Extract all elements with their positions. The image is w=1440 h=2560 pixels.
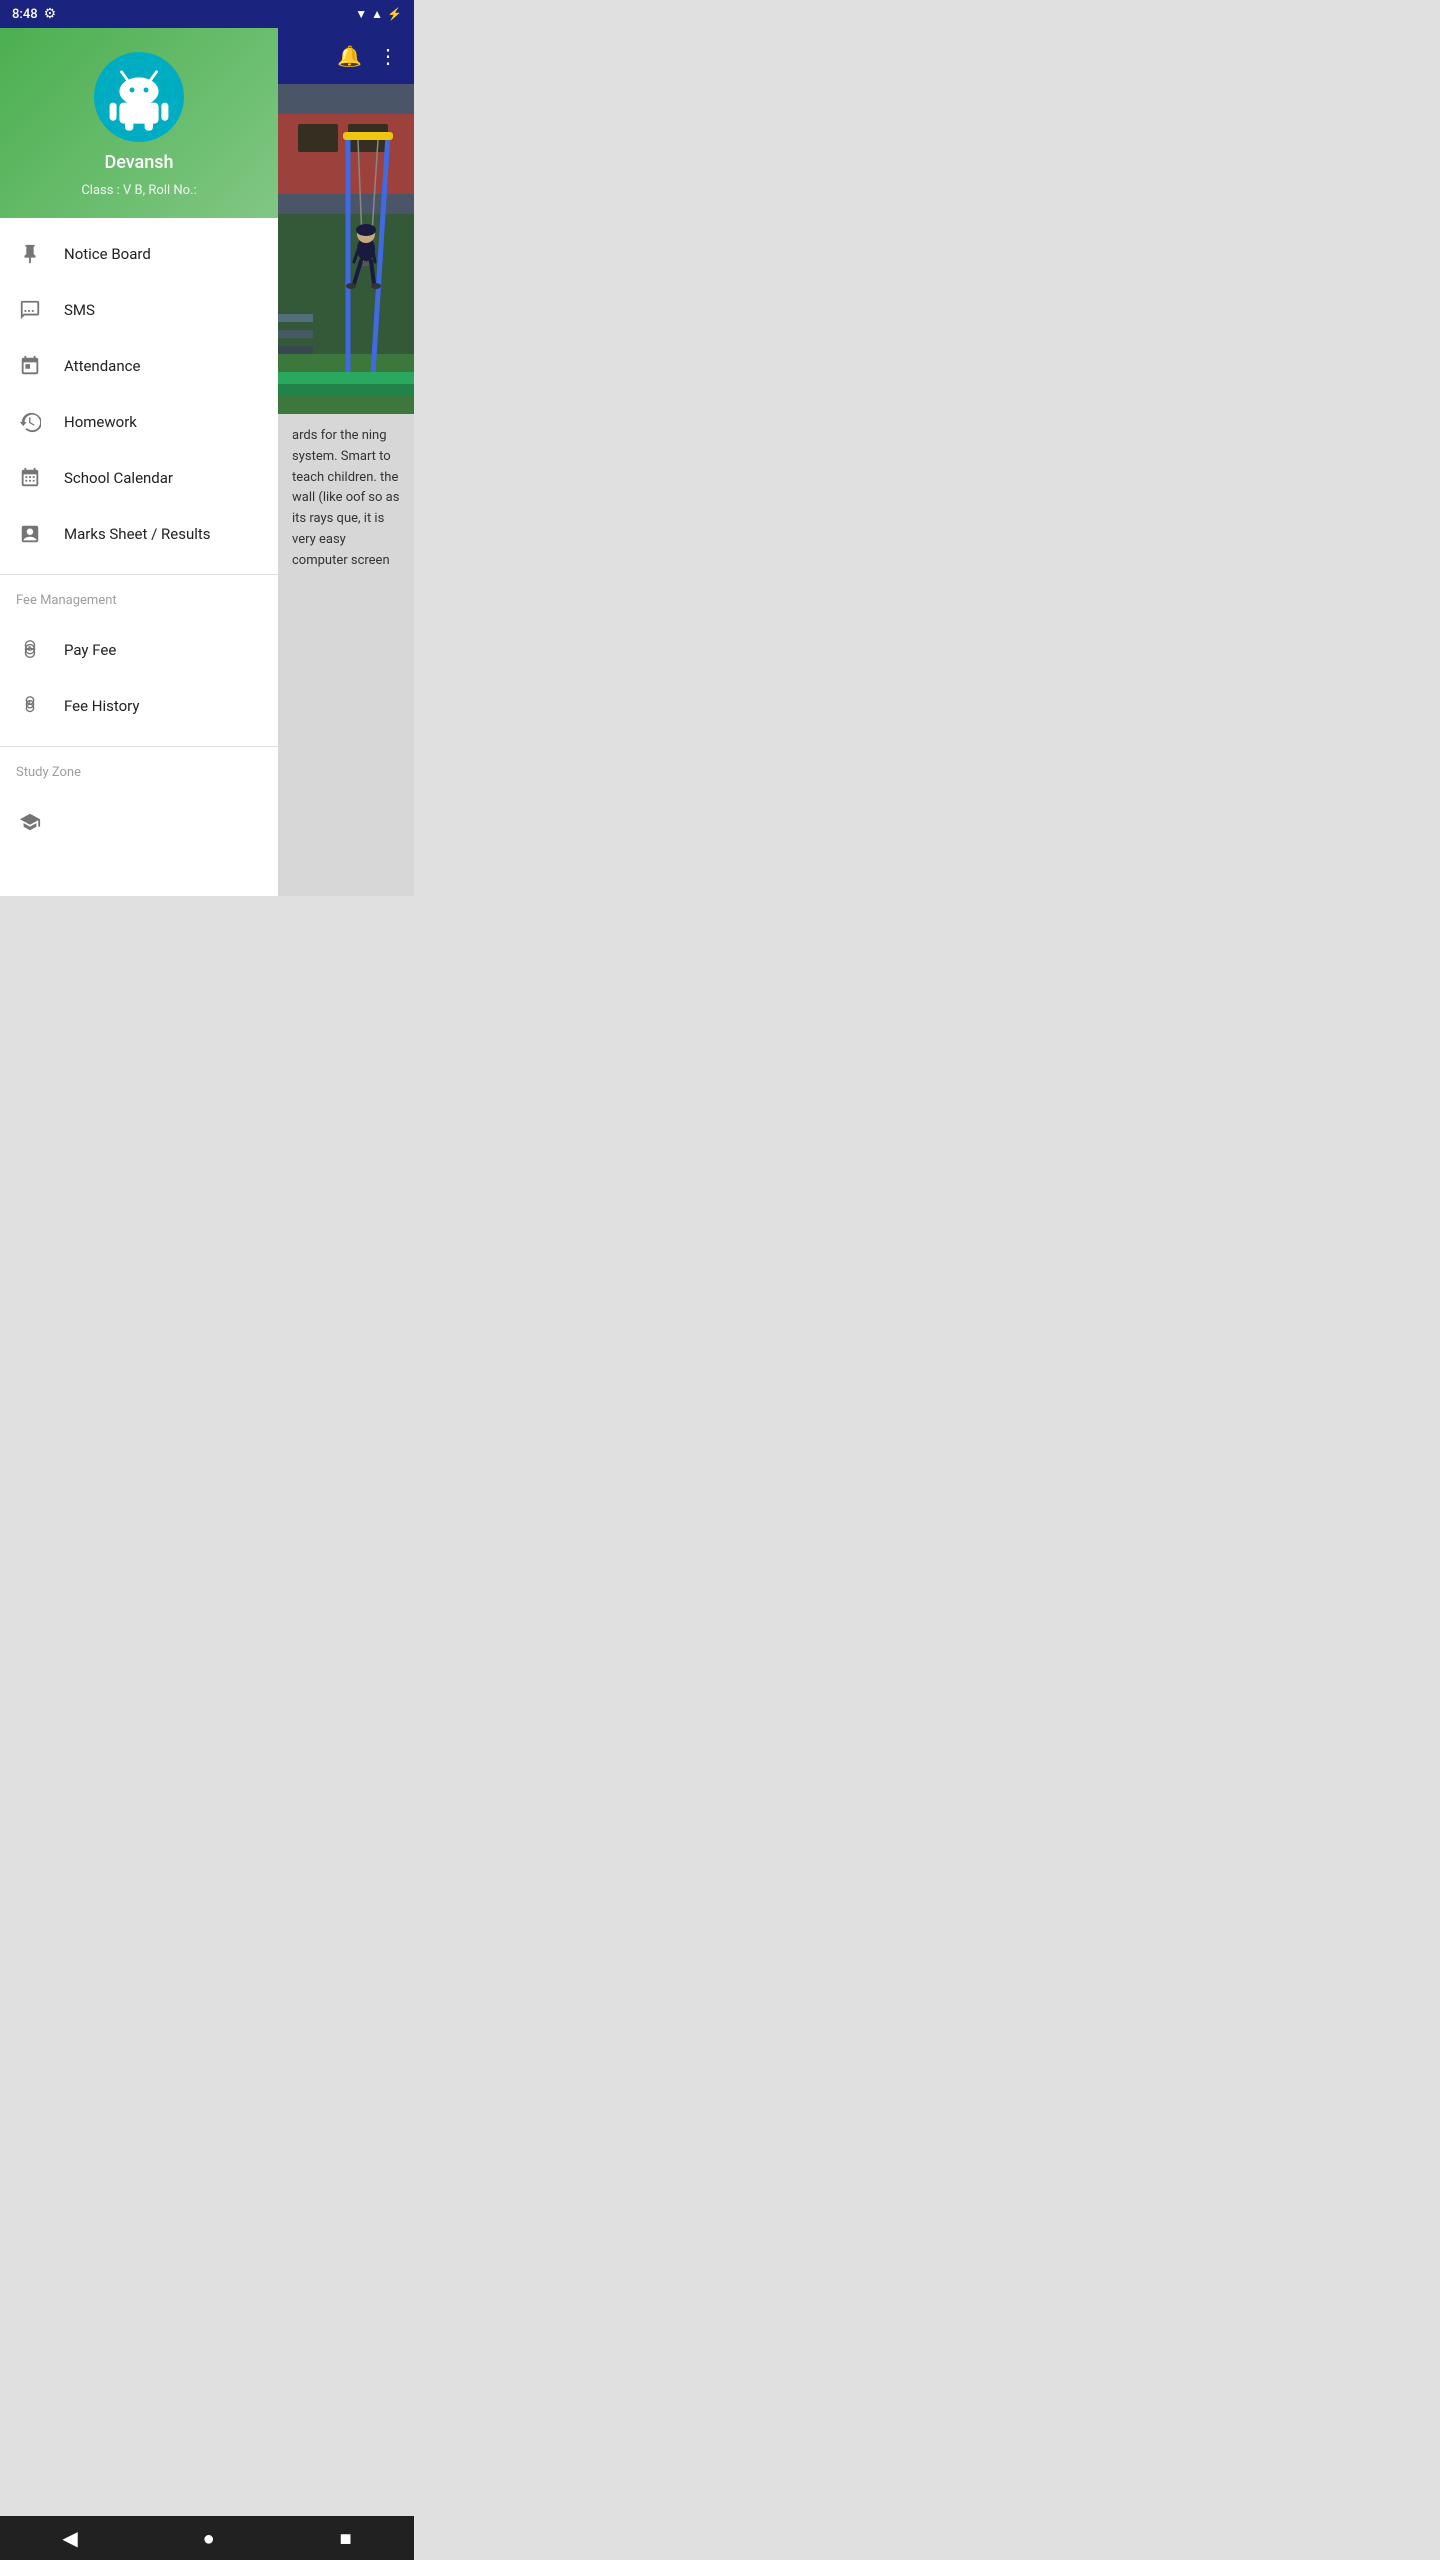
section-divider-1: [0, 574, 278, 575]
calendar-icon: [16, 464, 44, 492]
sms-label: SMS: [64, 301, 95, 319]
message-icon: [16, 296, 44, 324]
sidebar-item-sms[interactable]: SMS: [0, 282, 278, 338]
playground-scene: [278, 84, 414, 414]
status-left: 8:48 ⚙: [12, 6, 56, 22]
sidebar-item-fee-history[interactable]: ₹ Fee History: [0, 678, 278, 734]
wifi-icon: ▼: [355, 7, 367, 21]
homework-label: Homework: [64, 413, 137, 431]
study-menu-list: [0, 786, 278, 858]
fee-history-icon: ₹: [16, 692, 44, 720]
svg-text:₹: ₹: [28, 646, 31, 652]
pin-icon: [16, 240, 44, 268]
gear-icon: ⚙: [44, 6, 57, 22]
user-class: Class : V B, Roll No.:: [81, 183, 196, 198]
sidebar-item-study[interactable]: [0, 794, 278, 850]
sidebar-item-homework[interactable]: Homework: [0, 394, 278, 450]
time-display: 8:48: [12, 7, 38, 22]
signal-icon: ▲: [371, 7, 383, 21]
pay-fee-label: Pay Fee: [64, 641, 116, 659]
section-divider-2: [0, 746, 278, 747]
playground-image: [278, 84, 414, 414]
main-container: Devansh Class : V B, Roll No.: Notice Bo…: [0, 28, 414, 896]
sidebar-item-pay-fee[interactable]: ₹ Pay Fee: [0, 622, 278, 678]
user-name: Devansh: [104, 152, 173, 173]
sidebar-item-school-calendar[interactable]: School Calendar: [0, 450, 278, 506]
home-button[interactable]: ●: [203, 2526, 215, 2551]
fee-menu-list: ₹ Pay Fee ₹ Fee History: [0, 614, 278, 742]
study-zone-section-header: Study Zone: [0, 751, 278, 786]
attendance-label: Attendance: [64, 357, 140, 375]
coins-rupee-icon: ₹: [16, 636, 44, 664]
study-icon: [16, 808, 44, 836]
menu-list: Notice Board SMS Attendance: [0, 218, 278, 570]
homework-icon: [16, 408, 44, 436]
avatar: [94, 52, 184, 142]
status-bar: 8:48 ⚙ ▼ ▲ ⚡: [0, 0, 414, 28]
status-right: ▼ ▲ ⚡: [355, 7, 402, 21]
recents-button[interactable]: ■: [339, 2526, 351, 2551]
notification-bell-icon[interactable]: 🔔: [337, 44, 362, 68]
svg-text:₹: ₹: [28, 701, 31, 707]
android-logo-icon: [104, 62, 174, 132]
attendance-icon: [16, 352, 44, 380]
back-button[interactable]: ◀: [62, 2526, 77, 2550]
top-toolbar: 🔔 ⋮: [278, 28, 414, 84]
sidebar-item-marks-sheet[interactable]: Marks Sheet / Results: [0, 506, 278, 562]
content-text: ards for the ning system. Smart to teach…: [292, 428, 399, 568]
marks-icon: [16, 520, 44, 548]
drawer-header: Devansh Class : V B, Roll No.:: [0, 28, 278, 218]
sidebar-item-notice-board[interactable]: Notice Board: [0, 226, 278, 282]
battery-icon: ⚡: [387, 7, 402, 21]
bottom-navigation-bar: ◀ ● ■: [0, 2516, 414, 2560]
content-text-area: ards for the ning system. Smart to teach…: [278, 414, 414, 896]
notice-board-label: Notice Board: [64, 245, 151, 263]
sidebar-item-attendance[interactable]: Attendance: [0, 338, 278, 394]
marks-sheet-label: Marks Sheet / Results: [64, 525, 211, 543]
main-content: 🔔 ⋮: [278, 28, 414, 896]
fee-management-section-header: Fee Management: [0, 579, 278, 614]
navigation-drawer: Devansh Class : V B, Roll No.: Notice Bo…: [0, 28, 278, 896]
school-calendar-label: School Calendar: [64, 469, 173, 487]
more-options-icon[interactable]: ⋮: [378, 44, 398, 68]
fee-history-label: Fee History: [64, 697, 139, 715]
